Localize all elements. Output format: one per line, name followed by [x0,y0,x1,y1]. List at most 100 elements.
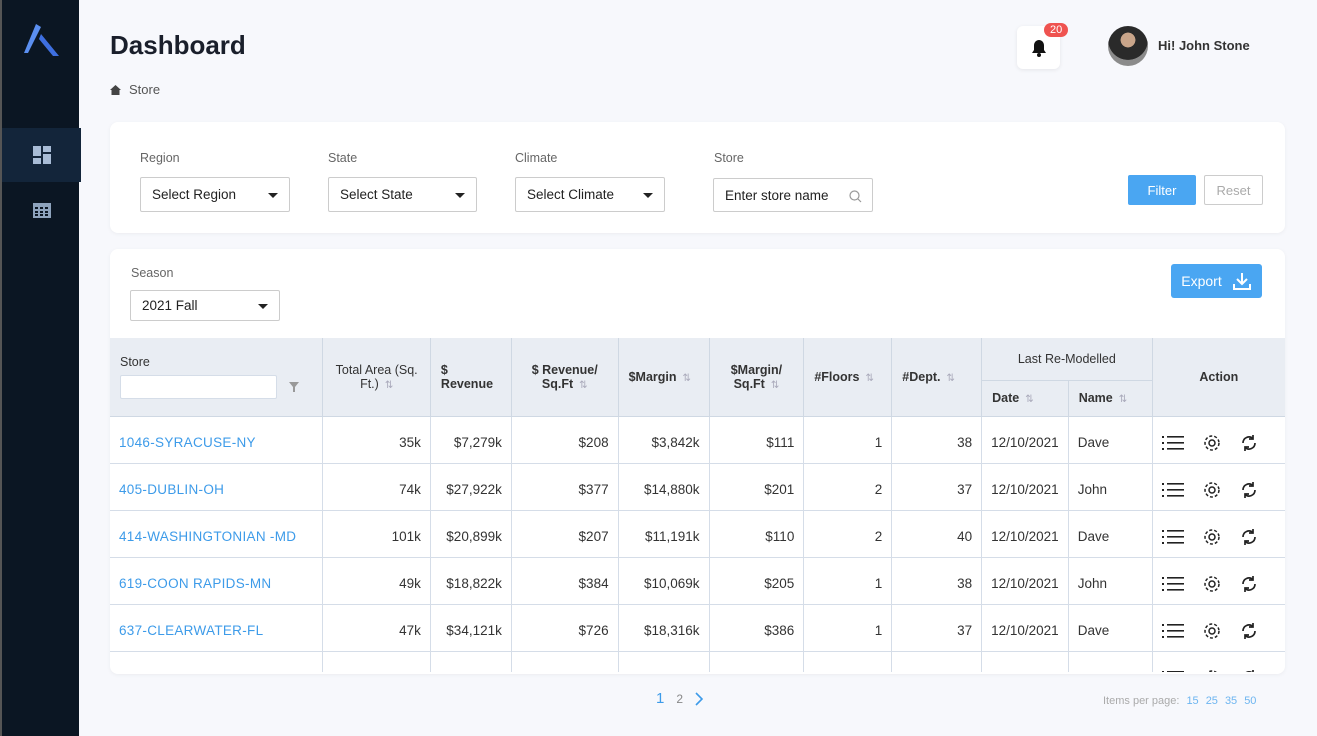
chevron-right-icon[interactable] [695,691,704,706]
climate-select[interactable]: Select Climate [515,177,665,212]
sort-icon: ⇅ [865,372,874,384]
page-1[interactable]: 1 [656,690,664,707]
row-actions [1152,651,1285,672]
settings-icon[interactable] [1202,621,1222,641]
list-icon[interactable] [1161,482,1184,498]
total-area: 101k [322,510,431,558]
page-size-50[interactable]: 50 [1244,695,1256,707]
column-margin-sqft[interactable]: $Margin/ Sq.Ft ⇅ [709,338,805,417]
row-actions [1152,416,1285,464]
settings-icon[interactable] [1202,480,1222,500]
page-size-25[interactable]: 25 [1206,695,1218,707]
row-actions [1152,557,1285,605]
remodel-name: John [1068,651,1153,672]
table-row: 639-LEXINGTON PARK-MD37k$14,521k$392$7,9… [110,651,1285,672]
list-icon[interactable] [1161,435,1184,451]
filter-icon[interactable] [289,381,299,392]
dept: 40 [891,510,983,558]
store-search-input[interactable]: Enter store name [713,178,873,212]
filter-button[interactable]: Filter [1128,175,1196,205]
user-greeting: Hi! John Stone [1158,38,1250,53]
header-label: #Floors [814,369,860,384]
column-date[interactable]: Date ⇅ [981,380,1069,417]
state-select[interactable]: Select State [328,177,477,212]
dept: 38 [891,651,983,672]
store-link[interactable]: 639-LEXINGTON PARK-MD [110,651,324,672]
revenue-per-sqft: $208 [511,416,619,464]
bell-icon [1031,39,1046,57]
dept: 38 [891,557,983,605]
list-icon[interactable] [1161,576,1184,592]
page-title: Dashboard [110,30,246,60]
list-icon[interactable] [1161,623,1184,639]
total-area: 49k [322,557,431,605]
margin: $14,880k [618,463,710,511]
page-size-35[interactable]: 35 [1225,695,1237,707]
refresh-icon[interactable] [1240,575,1258,593]
table-row: 1046-SYRACUSE-NY 35k $7,279k $208 $3,842k $11… [110,416,1285,464]
notification-count-badge: 20 [1044,23,1069,37]
list-icon[interactable] [1161,529,1184,545]
settings-icon[interactable] [1202,433,1222,453]
items-per-page-label: Items per page: [1103,695,1180,707]
column-revenue: $ Revenue [430,338,512,417]
list-icon[interactable] [1161,670,1184,673]
header-label: Last Re-Modelled [1017,351,1116,366]
breadcrumb-store[interactable]: Store [129,82,160,97]
row-actions [1152,604,1285,652]
reset-button[interactable]: Reset [1204,175,1263,205]
remodel-name: Dave [1068,510,1153,558]
store-link[interactable]: 619-COON RAPIDS-MN [110,557,324,605]
refresh-icon[interactable] [1240,481,1258,499]
header-label: $Margin [628,369,677,384]
calendar-icon [32,203,51,218]
app-logo [24,24,59,56]
season-select[interactable]: 2021 Fall [130,290,280,321]
margin: $7,920k [618,651,710,672]
store-link[interactable]: 637-CLEARWATER-FL [110,604,324,652]
climate-value: Select Climate [527,187,615,202]
settings-icon[interactable] [1202,668,1222,673]
revenue-per-sqft: $392 [511,651,619,672]
table-row: 414-WASHINGTONIAN -MD 101k $20,899k $207 $11… [110,510,1285,558]
column-floors[interactable]: #Floors ⇅ [803,338,893,417]
header-label: Total Area (Sq. Ft.) [335,362,418,391]
region-select[interactable]: Select Region [140,177,290,212]
refresh-icon[interactable] [1240,434,1258,452]
page-size-15[interactable]: 15 [1186,695,1198,707]
total-area: 37k [322,651,431,672]
column-revenue-sqft[interactable]: $ Revenue/ Sq.Ft ⇅ [511,338,619,417]
sidebar-item-calendar[interactable] [2,183,81,237]
page-2[interactable]: 2 [676,692,683,706]
export-button[interactable]: Export [1171,264,1262,298]
remodel-name: John [1068,463,1153,511]
refresh-icon[interactable] [1240,669,1258,673]
sidebar-item-dashboard[interactable] [2,128,81,182]
store-link[interactable]: 405-DUBLIN-OH [110,463,324,511]
store-link[interactable]: 1046-SYRACUSE-NY [110,416,324,464]
settings-icon[interactable] [1202,574,1222,594]
refresh-icon[interactable] [1240,528,1258,546]
remodel-name: John [1068,557,1153,605]
settings-icon[interactable] [1202,527,1222,547]
margin-per-sqft: $205 [709,557,805,605]
remodel-date: 12/10/2021 [981,651,1069,672]
revenue: $20,899k [430,510,512,558]
region-value: Select Region [152,187,237,202]
store-search-placeholder: Enter store name [725,187,829,203]
store-column-filter-input[interactable] [120,374,277,399]
avatar[interactable] [1108,26,1148,66]
column-margin[interactable]: $Margin ⇅ [618,338,710,417]
remodel-date: 12/10/2021 [981,604,1069,652]
breadcrumb: Store [110,82,160,97]
margin-per-sqft: $111 [709,416,805,464]
column-total-area[interactable]: Total Area (Sq. Ft.) ⇅ [322,338,431,417]
header-label: $ Revenue/ Sq.Ft [531,362,598,391]
state-label: State [328,151,358,165]
refresh-icon[interactable] [1240,622,1258,640]
column-dept[interactable]: #Dept. ⇅ [891,338,983,417]
sort-icon: ⇅ [770,379,780,391]
header-label: Name [1078,391,1113,405]
column-name[interactable]: Name ⇅ [1068,380,1153,417]
store-link[interactable]: 414-WASHINGTONIAN -MD [110,510,324,558]
